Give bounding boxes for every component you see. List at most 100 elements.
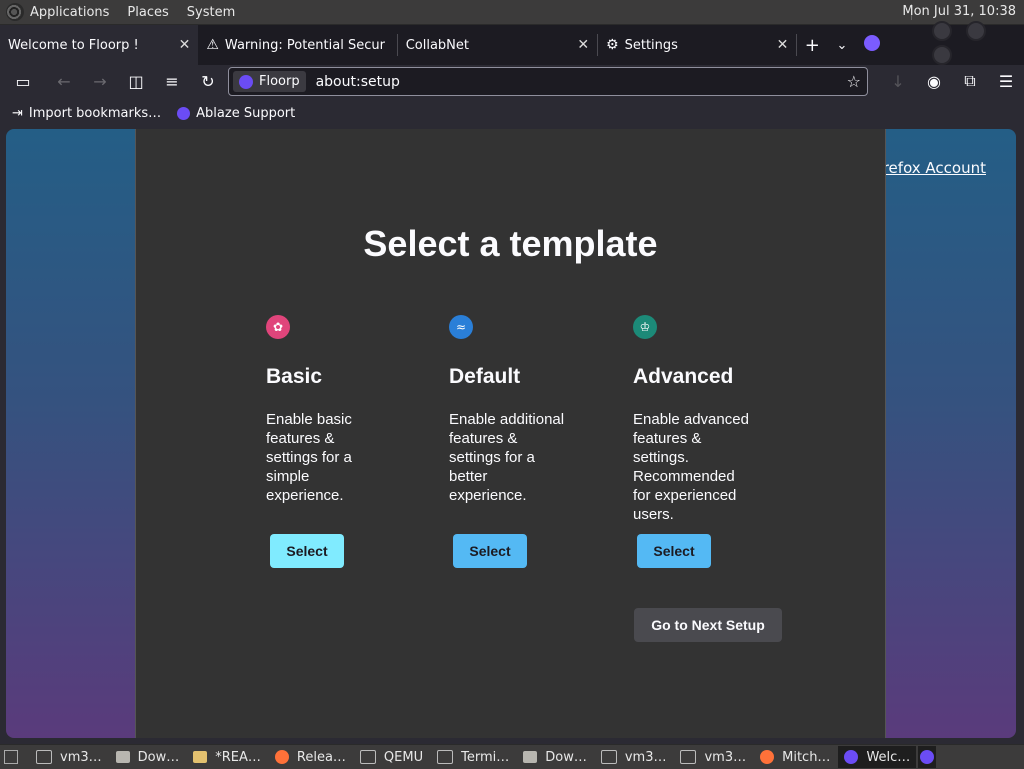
template-basic: ✿ Basic Enable basic features & settings… xyxy=(266,315,386,505)
list-all-tabs-chevron-down-icon[interactable]: ⌄ xyxy=(827,38,857,53)
taskbar-item[interactable]: Dow… xyxy=(110,746,186,768)
maximize-icon[interactable] xyxy=(965,21,986,41)
tab-title: Welcome to Floorp ! xyxy=(8,37,139,53)
tab-warning[interactable]: ⚠ Warning: Potential Secur xyxy=(198,25,396,65)
sidebar-toggle-icon[interactable]: ◫ xyxy=(118,72,154,91)
taskbar-item[interactable]: vm3… xyxy=(595,746,673,768)
menu-places[interactable]: Places xyxy=(127,5,168,20)
wave-icon: ≈ xyxy=(449,315,473,339)
identity-box[interactable]: Floorp xyxy=(233,71,306,92)
taskbar-label: vm3… xyxy=(624,749,667,765)
close-icon[interactable]: ✕ xyxy=(179,37,191,53)
taskbar-item[interactable]: Mitch… xyxy=(754,746,836,768)
bookmark-ablaze-support[interactable]: Ablaze Support xyxy=(177,106,295,121)
menu-applications[interactable]: Applications xyxy=(30,5,109,20)
show-desktop-icon[interactable] xyxy=(4,750,18,764)
select-advanced-button[interactable]: Select xyxy=(637,534,711,568)
url-input[interactable]: about:setup xyxy=(316,74,400,90)
page-content: Firefox Account Select a template ✿ Basi… xyxy=(6,129,1016,738)
select-default-button[interactable]: Select xyxy=(453,534,527,568)
taskbar-label: Welc… xyxy=(866,749,911,765)
terminal-icon xyxy=(36,750,52,764)
folder-icon xyxy=(523,751,538,763)
taskbar-label: Dow… xyxy=(545,749,587,765)
taskbar-label: vm3… xyxy=(704,749,747,765)
bookmark-import[interactable]: ⇥ Import bookmarks… xyxy=(12,106,161,121)
template-description: Enable additional features & settings fo… xyxy=(449,411,565,504)
menu-system[interactable]: System xyxy=(187,5,235,20)
identity-label: Floorp xyxy=(259,74,300,89)
window-controls xyxy=(927,21,1024,69)
minimize-icon[interactable] xyxy=(931,21,952,41)
template-description: Enable basic features & settings for a s… xyxy=(266,411,352,504)
template-name: Advanced xyxy=(633,365,734,388)
setup-card: Select a template ✿ Basic Enable basic f… xyxy=(135,129,886,738)
top-panel: Applications Places System Mon Jul 31, 1… xyxy=(0,0,1024,25)
taskbar-label: Dow… xyxy=(137,749,180,765)
template-advanced: ♔ Advanced Enable advanced features & se… xyxy=(633,315,753,524)
tab-welcome[interactable]: Welcome to Floorp ! ✕ xyxy=(0,25,199,65)
template-name: Basic xyxy=(266,365,323,388)
taskbar-label: *REA… xyxy=(215,749,261,765)
crown-icon: ♔ xyxy=(633,315,657,339)
firefox-account-link[interactable]: Firefox Account xyxy=(871,159,986,177)
taskbar-label: QEMU xyxy=(383,749,424,765)
taskbar-item[interactable]: QEMU xyxy=(354,746,429,768)
close-icon[interactable]: ✕ xyxy=(577,37,589,53)
firefox-icon xyxy=(274,750,289,764)
clock[interactable]: Mon Jul 31, 10:38 xyxy=(902,4,1016,19)
downloads-icon[interactable]: ↓ xyxy=(880,72,916,91)
close-window-icon[interactable] xyxy=(931,45,952,65)
template-name: Default xyxy=(449,365,521,388)
taskbar-item[interactable]: vm3… xyxy=(30,746,108,768)
template-description: Enable advanced features & settings. Rec… xyxy=(633,411,749,523)
next-setup-button[interactable]: Go to Next Setup xyxy=(634,608,782,642)
new-tab-plus-icon[interactable]: + xyxy=(797,35,827,56)
taskbar-label: vm3… xyxy=(60,749,102,765)
bookmark-star-icon[interactable]: ☆ xyxy=(847,72,861,91)
taskbar-item[interactable]: *REA… xyxy=(187,746,267,768)
distro-logo-icon[interactable] xyxy=(6,3,24,21)
firefox-icon xyxy=(760,750,775,764)
tab-settings[interactable]: ⚙ Settings ✕ xyxy=(598,25,796,65)
folder-icon xyxy=(115,751,130,763)
select-basic-button[interactable]: Select xyxy=(270,534,344,568)
back-arrow-icon[interactable]: ← xyxy=(46,72,82,91)
taskbar-item[interactable]: Dow… xyxy=(517,746,593,768)
bookmarks-toolbar: ⇥ Import bookmarks… Ablaze Support xyxy=(0,97,1024,129)
editor-icon xyxy=(193,751,208,763)
account-icon[interactable]: ◉ xyxy=(916,72,952,91)
forward-arrow-icon[interactable]: → xyxy=(82,72,118,91)
tab-title: Settings xyxy=(624,37,678,53)
close-icon[interactable]: ✕ xyxy=(777,37,789,53)
taskbar-item[interactable]: Relea… xyxy=(269,746,352,768)
bookmark-label: Ablaze Support xyxy=(196,105,296,121)
floorp-icon xyxy=(844,750,859,764)
floorp-icon xyxy=(920,750,935,764)
terminal-icon xyxy=(359,750,376,764)
navigation-toolbar: ▭ ← → ◫ ≡ ↻ Floorp about:setup ☆ ↓ ◉ ⧉ ☰ xyxy=(0,65,1024,97)
bookmark-label: Import bookmarks… xyxy=(28,105,162,121)
flower-icon: ✿ xyxy=(266,315,290,339)
page-title: Select a template xyxy=(363,223,658,264)
tab-strip: Welcome to Floorp ! ✕ ⚠ Warning: Potenti… xyxy=(0,21,1024,65)
reload-icon[interactable]: ↻ xyxy=(190,72,226,91)
terminal-icon xyxy=(680,750,697,764)
sidebar-panel-icon[interactable]: ▭ xyxy=(0,72,46,91)
gear-icon: ⚙ xyxy=(606,37,619,53)
tree-style-tab-icon[interactable]: ≡ xyxy=(154,72,190,91)
extensions-icon[interactable]: ⧉ xyxy=(952,71,988,91)
floorp-workspace-icon[interactable] xyxy=(857,34,887,56)
url-bar[interactable]: Floorp about:setup ☆ xyxy=(228,67,868,96)
template-default: ≈ Default Enable additional features & s… xyxy=(449,315,569,505)
terminal-icon xyxy=(437,750,454,764)
tab-collabnet[interactable]: CollabNet ✕ xyxy=(398,25,597,65)
bottom-taskbar: vm3… Dow… *REA… Relea… QEMU Termi… Dow… … xyxy=(0,744,1024,769)
taskbar-item[interactable]: Termi… xyxy=(431,746,515,768)
floorp-icon xyxy=(239,74,253,89)
tab-title: Warning: Potential Secur xyxy=(224,37,385,53)
taskbar-item[interactable]: vm3… xyxy=(674,746,752,768)
taskbar-item-active[interactable]: Welc… xyxy=(838,746,917,768)
hamburger-menu-icon[interactable]: ☰ xyxy=(988,72,1024,91)
workspace-switcher[interactable] xyxy=(918,746,937,768)
